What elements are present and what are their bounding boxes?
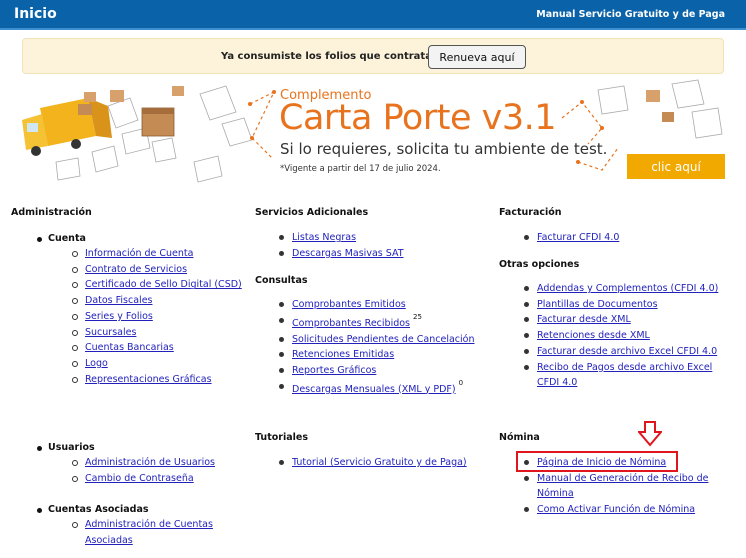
list-item: Facturar desde XML bbox=[524, 312, 727, 328]
cambio-contrasena-link[interactable]: Cambio de Contraseña bbox=[85, 473, 194, 484]
list-item: Manual de Generación de Recibo de Nómina bbox=[524, 471, 727, 502]
list-item: Representaciones Gráficas bbox=[72, 372, 242, 388]
datos-fiscales-link[interactable]: Datos Fiscales bbox=[85, 295, 152, 306]
top-bar: Inicio Manual Servicio Gratuito y de Pag… bbox=[0, 0, 746, 30]
paper-icons-right bbox=[597, 79, 723, 139]
tutoriales-list: Tutorial (Servicio Gratuito y de Paga) bbox=[279, 455, 467, 471]
tutoriales-heading: Tutoriales bbox=[255, 432, 308, 443]
banner-cta-button[interactable]: clic aquí bbox=[627, 154, 725, 179]
facturacion-heading: Facturación bbox=[499, 207, 562, 218]
retenciones-xml-link[interactable]: Retenciones desde XML bbox=[537, 330, 650, 341]
cuentas-bancarias-link[interactable]: Cuentas Bancarias bbox=[85, 342, 174, 353]
sucursales-link[interactable]: Sucursales bbox=[85, 327, 136, 338]
list-item: Administración de Cuentas Asociadas bbox=[72, 517, 235, 548]
comprobantes-emitidos-link[interactable]: Comprobantes Emitidos bbox=[292, 299, 406, 310]
list-item: Solicitudes Pendientes de Cancelación bbox=[279, 332, 492, 348]
list-item: Certificado de Sello Digital (CSD) bbox=[72, 277, 242, 293]
cuentas-asociadas-label: Cuentas Asociadas bbox=[37, 504, 149, 515]
list-item: Sucursales bbox=[72, 325, 242, 341]
list-item: Reportes Gráficos bbox=[279, 363, 492, 379]
list-item: Tutorial (Servicio Gratuito y de Paga) bbox=[279, 455, 467, 471]
cuentas-asociadas-list: Administración de Cuentas Asociadas bbox=[72, 517, 235, 548]
plantillas-link[interactable]: Plantillas de Documentos bbox=[537, 299, 658, 310]
otras-opciones-list: Addendas y Complementos (CFDI 4.0) Plant… bbox=[524, 281, 727, 391]
renew-button[interactable]: Renueva aquí bbox=[428, 45, 526, 69]
descargas-mensuales-link[interactable]: Descargas Mensuales (XML y PDF) bbox=[292, 384, 456, 395]
comprobantes-recibidos-link[interactable]: Comprobantes Recibidos bbox=[292, 318, 410, 329]
list-item: Retenciones desde XML bbox=[524, 328, 727, 344]
list-item: Plantillas de Documentos bbox=[524, 297, 727, 313]
banner-title: Carta Porte v3.1 bbox=[279, 98, 557, 138]
info-cuenta-link[interactable]: Información de Cuenta bbox=[85, 248, 193, 259]
list-item: Como Activar Función de Nómina bbox=[524, 502, 727, 518]
list-item: Descargas Masivas SAT bbox=[279, 246, 404, 262]
cuenta-list: Información de Cuenta Contrato de Servic… bbox=[72, 246, 242, 388]
solicitudes-cancelacion-link[interactable]: Solicitudes Pendientes de Cancelación bbox=[292, 334, 475, 345]
list-item: Comprobantes Recibidos25 bbox=[279, 312, 492, 332]
list-item: Cambio de Contraseña bbox=[72, 471, 215, 487]
truck-icon bbox=[22, 92, 112, 156]
manual-recibo-nomina-link[interactable]: Manual de Generación de Recibo de Nómina bbox=[537, 473, 708, 500]
banner-tagline: Si lo requieres, solicita tu ambiente de… bbox=[280, 140, 608, 158]
facturacion-list: Facturar CFDI 4.0 bbox=[523, 230, 619, 246]
list-item: Comprobantes Emitidos bbox=[279, 297, 492, 313]
list-item: Retenciones Emitidas bbox=[279, 347, 492, 363]
list-item: Facturar CFDI 4.0 bbox=[523, 230, 619, 246]
recibidos-count-badge: 25 bbox=[413, 312, 422, 321]
retenciones-emitidas-link[interactable]: Retenciones Emitidas bbox=[292, 349, 394, 360]
consultas-list: Comprobantes Emitidos Comprobantes Recib… bbox=[279, 297, 492, 398]
home-link[interactable]: Inicio bbox=[14, 6, 57, 22]
usuarios-label: Usuarios bbox=[37, 442, 95, 453]
descargas-masivas-link[interactable]: Descargas Masivas SAT bbox=[292, 248, 404, 259]
folios-alert: Ya consumiste los folios que contrataste… bbox=[22, 38, 724, 74]
facturar-xml-link[interactable]: Facturar desde XML bbox=[537, 314, 631, 325]
descargas-count-badge: 0 bbox=[458, 378, 464, 387]
manual-link[interactable]: Manual Servicio Gratuito y de Paga bbox=[536, 9, 725, 20]
administracion-heading: Administración bbox=[11, 207, 92, 218]
reportes-graficos-link[interactable]: Reportes Gráficos bbox=[292, 365, 376, 376]
nomina-highlight-box bbox=[516, 451, 678, 472]
list-item: Addendas y Complementos (CFDI 4.0) bbox=[524, 281, 727, 297]
contrato-link[interactable]: Contrato de Servicios bbox=[85, 264, 187, 275]
servicios-list: Listas Negras Descargas Masivas SAT bbox=[279, 230, 404, 262]
admin-usuarios-link[interactable]: Administración de Usuarios bbox=[85, 457, 215, 468]
otras-opciones-heading: Otras opciones bbox=[499, 259, 580, 270]
series-folios-link[interactable]: Series y Folios bbox=[85, 311, 153, 322]
csd-link[interactable]: Certificado de Sello Digital (CSD) bbox=[85, 279, 242, 290]
cuenta-label: Cuenta bbox=[37, 233, 86, 244]
tutorial-link[interactable]: Tutorial (Servicio Gratuito y de Paga) bbox=[292, 457, 467, 468]
list-item: Administración de Usuarios bbox=[72, 455, 215, 471]
list-item: Facturar desde archivo Excel CFDI 4.0 bbox=[524, 344, 727, 360]
list-item: Listas Negras bbox=[279, 230, 404, 246]
activar-nomina-link[interactable]: Como Activar Función de Nómina bbox=[537, 504, 695, 515]
banner-note: *Vigente a partir del 17 de julio 2024. bbox=[280, 164, 441, 174]
listas-negras-link[interactable]: Listas Negras bbox=[292, 232, 356, 243]
addendas-link[interactable]: Addendas y Complementos (CFDI 4.0) bbox=[537, 283, 718, 294]
list-item: Logo bbox=[72, 356, 242, 372]
representaciones-link[interactable]: Representaciones Gráficas bbox=[85, 374, 212, 385]
facturar-cfdi-link[interactable]: Facturar CFDI 4.0 bbox=[537, 232, 619, 243]
arrow-down-icon bbox=[638, 421, 662, 447]
list-item: Series y Folios bbox=[72, 309, 242, 325]
list-item: Cuentas Bancarias bbox=[72, 340, 242, 356]
alert-message: Ya consumiste los folios que contrataste… bbox=[221, 51, 454, 62]
nomina-heading: Nómina bbox=[499, 432, 540, 443]
list-item: Contrato de Servicios bbox=[72, 262, 242, 278]
list-item: Recibo de Pagos desde archivo Excel CFDI… bbox=[524, 360, 727, 391]
usuarios-list: Administración de Usuarios Cambio de Con… bbox=[72, 455, 215, 487]
list-item: Datos Fiscales bbox=[72, 293, 242, 309]
facturar-excel-link[interactable]: Facturar desde archivo Excel CFDI 4.0 bbox=[537, 346, 717, 357]
servicios-heading: Servicios Adicionales bbox=[255, 207, 369, 218]
list-item: Información de Cuenta bbox=[72, 246, 242, 262]
list-item: Descargas Mensuales (XML y PDF)0 bbox=[279, 378, 492, 398]
admin-cuentas-asociadas-link[interactable]: Administración de Cuentas Asociadas bbox=[85, 519, 213, 546]
recibo-pagos-excel-link[interactable]: Recibo de Pagos desde archivo Excel CFDI… bbox=[537, 362, 712, 389]
consultas-heading: Consultas bbox=[255, 275, 308, 286]
carta-porte-banner[interactable]: Complemento Carta Porte v3.1 Si lo requi… bbox=[22, 78, 725, 190]
logo-link[interactable]: Logo bbox=[85, 358, 108, 369]
